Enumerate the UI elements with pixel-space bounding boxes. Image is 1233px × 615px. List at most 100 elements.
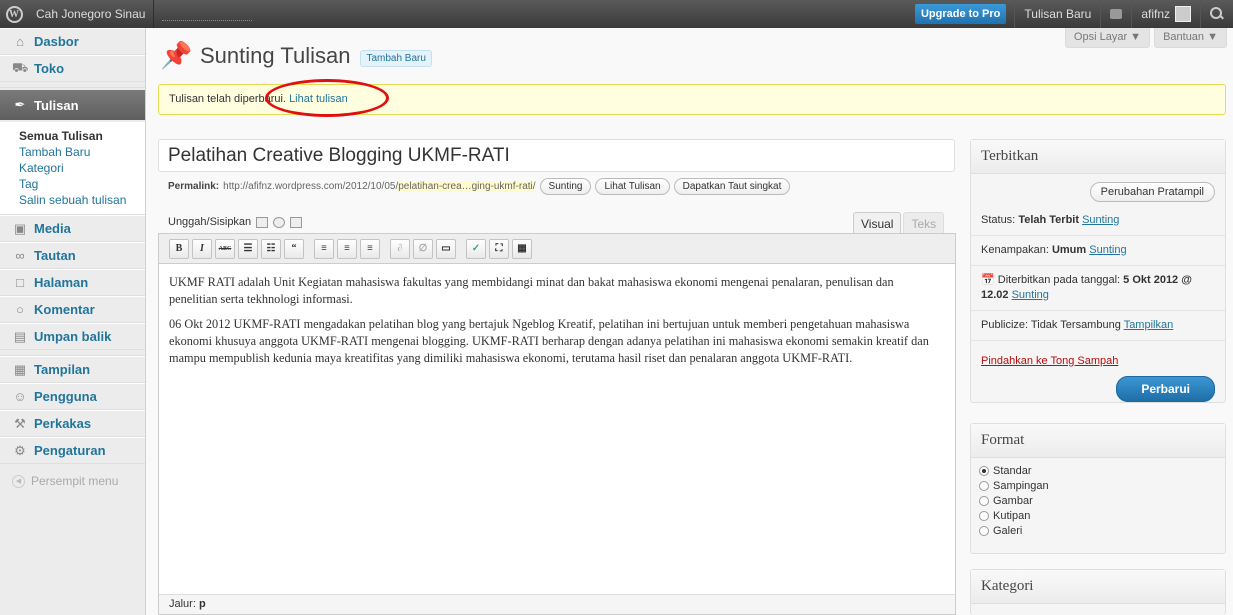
add-form-icon[interactable] (290, 216, 303, 228)
format-option-quote[interactable]: Kutipan (971, 508, 1225, 523)
admin-bar: W Cah Jonegoro Sinau Upgrade to Pro Tuli… (0, 0, 1233, 28)
move-to-trash-link[interactable]: Pindahkan ke Tong Sampah (981, 355, 1118, 367)
format-box-title[interactable]: Format (971, 424, 1225, 458)
new-post-link[interactable]: Tulisan Baru (1014, 0, 1100, 28)
radio[interactable] (979, 495, 989, 506)
sidebar-item-tulisan[interactable]: ✒ Tulisan (0, 90, 145, 120)
visibility-value: Umum (1051, 244, 1087, 256)
align-center-icon[interactable]: ≡ (337, 238, 357, 259)
edit-status-link[interactable]: Sunting (1082, 214, 1119, 226)
align-right-icon[interactable]: ≡ (360, 238, 380, 259)
publish-box-title[interactable]: Terbitkan (971, 140, 1225, 174)
format-option-standard[interactable]: Standar (971, 463, 1225, 478)
media-buttons: Unggah/Sisipkan (168, 216, 303, 228)
submenu-copy-post[interactable]: Salin sebuah tulisan (19, 192, 145, 208)
avatar (1175, 6, 1191, 22)
user-menu[interactable]: afifnz (1131, 0, 1200, 28)
editor-path-bar: Jalur: p (159, 594, 955, 614)
sidebar-item-dasbor[interactable]: ⌂ Dasbor (0, 28, 145, 55)
sidebar-item-halaman[interactable]: □ Halaman (0, 269, 145, 296)
pushpin-icon: 📌 (160, 40, 193, 70)
post-title-input[interactable]: Pelatihan Creative Blogging UKMF-RATI (158, 139, 955, 172)
fullscreen-icon[interactable]: ⛶ (489, 238, 509, 259)
add-poll-icon[interactable] (273, 216, 286, 228)
comment-bubble-icon (1110, 9, 1123, 19)
category-box: Kategori (970, 569, 1226, 615)
align-left-icon[interactable]: ≡ (314, 238, 334, 259)
radio[interactable] (979, 480, 989, 491)
publicize-row: Publicize: Tidak Tersambung Tampilkan (971, 311, 1225, 341)
italic-icon[interactable]: I (192, 238, 212, 259)
radio-selected[interactable] (979, 465, 989, 476)
edit-date-link[interactable]: Sunting (1012, 289, 1049, 301)
bold-icon[interactable]: B (169, 238, 189, 259)
submenu-categories[interactable]: Kategori (19, 160, 145, 176)
get-shortlink-button[interactable]: Dapatkan Taut singkat (673, 178, 791, 195)
bullet-list-icon[interactable]: ☰ (238, 238, 258, 259)
publicize-show-link[interactable]: Tampilkan (1124, 319, 1174, 331)
strikethrough-icon[interactable]: ABC (215, 238, 235, 259)
wordpress-logo-icon[interactable]: W (0, 0, 28, 28)
comment-icon: ○ (16, 302, 24, 317)
tab-text[interactable]: Teks (903, 212, 945, 235)
submenu-tags[interactable]: Tag (19, 176, 145, 192)
site-name-link[interactable]: Cah Jonegoro Sinau (28, 0, 155, 28)
sidebar-item-media[interactable]: ▣ Media (0, 215, 145, 242)
sidebar-item-tampilan[interactable]: ▦ Tampilan (0, 356, 145, 383)
posts-submenu: Semua Tulisan Tambah Baru Kategori Tag S… (0, 122, 145, 215)
format-box: Format Standar Sampingan Gambar Kutipan … (970, 423, 1226, 554)
content-paragraph: 06 Okt 2012 UKMF-RATI mengadakan pelatih… (169, 317, 929, 365)
permalink-base: http://afifnz.wordpress.com/2012/10/05/ (223, 181, 399, 192)
format-option-aside[interactable]: Sampingan (971, 478, 1225, 493)
kitchen-sink-icon[interactable]: ▦ (512, 238, 532, 259)
format-option-gallery[interactable]: Galeri (971, 523, 1225, 538)
editor-content[interactable]: UKMF RATI adalah Unit Kegiatan mahasiswa… (159, 264, 955, 385)
page-icon: □ (16, 275, 24, 290)
format-option-image[interactable]: Gambar (971, 493, 1225, 508)
permalink-slug[interactable]: pelatihan-crea…ging-ukmf-rati (398, 181, 533, 192)
view-post-button[interactable]: Lihat Tulisan (595, 178, 670, 195)
screen-meta-tabs: Opsi Layar ▼ Bantuan ▼ (1064, 28, 1227, 48)
radio[interactable] (979, 525, 989, 536)
sidebar-item-umpan-balik[interactable]: ▤ Umpan balik (0, 323, 145, 350)
editor-toolbar: B I ABC ☰ ☷ “ ≡ ≡ ≡ ∂ ∅ ▭ ✓ ⛶ ▦ (159, 234, 955, 264)
search-button[interactable] (1200, 0, 1233, 28)
insert-more-icon[interactable]: ▭ (436, 238, 456, 259)
notifications-item[interactable] (1100, 0, 1131, 28)
sidebar-item-tautan[interactable]: ∞ Tautan (0, 242, 145, 269)
insert-link-icon[interactable]: ∂ (390, 238, 410, 259)
preview-changes-button[interactable]: Perubahan Pratampil (1089, 182, 1215, 202)
radio[interactable] (979, 510, 989, 521)
admin-sidebar: ⌂ Dasbor ⛟ Toko ✒ Tulisan Semua Tulisan Tam… (0, 28, 146, 615)
submenu-all-posts[interactable]: Semua Tulisan (19, 128, 145, 144)
collapse-menu-button[interactable]: ◀ Persempit menu (0, 468, 145, 494)
tab-visual[interactable]: Visual (853, 212, 902, 235)
sidebar-item-toko[interactable]: ⛟ Toko (0, 55, 145, 82)
category-box-title[interactable]: Kategori (971, 570, 1225, 604)
blockquote-icon[interactable]: “ (284, 238, 304, 259)
permalink-row: Permalink: http://afifnz.wordpress.com/2… (168, 178, 791, 195)
feedback-icon: ▤ (13, 328, 27, 344)
add-new-button[interactable]: Tambah Baru (360, 49, 432, 67)
sidebar-item-komentar[interactable]: ○ Komentar (0, 296, 145, 323)
spellcheck-icon[interactable]: ✓ (466, 238, 486, 259)
numbered-list-icon[interactable]: ☷ (261, 238, 281, 259)
pin-icon: ✒ (14, 97, 26, 112)
sidebar-item-perkakas[interactable]: ⚒ Perkakas (0, 410, 145, 437)
calendar-icon: 📅 (981, 274, 995, 286)
sidebar-item-pengaturan[interactable]: ⚙ Pengaturan (0, 437, 145, 464)
sidebar-item-pengguna[interactable]: ☺ Pengguna (0, 383, 145, 410)
unlink-icon[interactable]: ∅ (413, 238, 433, 259)
upgrade-button[interactable]: Upgrade to Pro (914, 4, 1007, 24)
add-media-icon[interactable] (256, 216, 269, 228)
edit-visibility-link[interactable]: Sunting (1089, 244, 1126, 256)
search-icon (1210, 7, 1224, 21)
collapse-arrow-icon: ◀ (12, 474, 25, 488)
admin-bar-placeholder (162, 7, 253, 21)
appearance-icon: ▦ (13, 361, 27, 377)
update-button[interactable]: Perbarui (1116, 376, 1215, 402)
help-tab[interactable]: Bantuan ▼ (1154, 28, 1227, 48)
edit-slug-button[interactable]: Sunting (539, 178, 592, 195)
screen-options-tab[interactable]: Opsi Layar ▼ (1064, 28, 1151, 48)
submenu-add-new[interactable]: Tambah Baru (19, 144, 145, 160)
